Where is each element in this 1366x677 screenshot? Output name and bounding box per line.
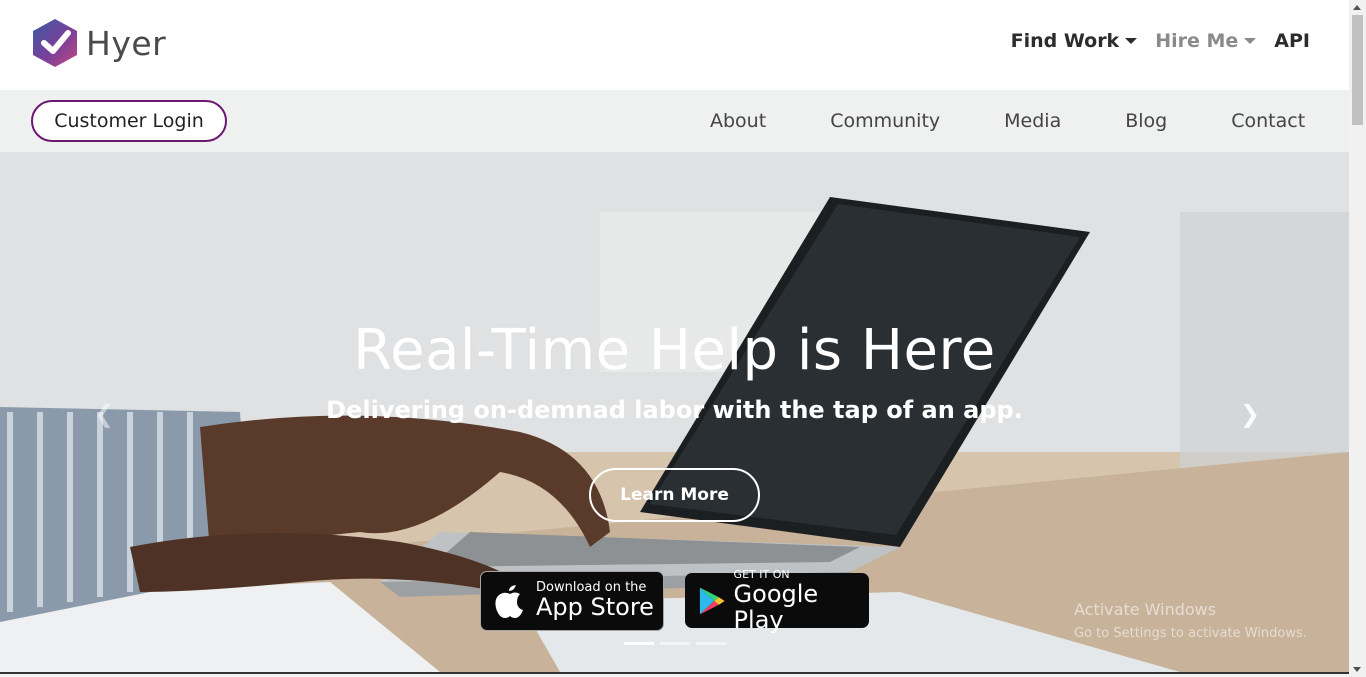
apple-icon (495, 585, 523, 618)
nav-blog[interactable]: Blog (1125, 110, 1167, 132)
google-play-icon (699, 587, 725, 614)
scroll-up-arrow-icon[interactable] (1353, 5, 1361, 10)
learn-more-button[interactable]: Learn More (589, 468, 760, 522)
carousel-indicators (624, 642, 726, 645)
nav-contact[interactable]: Contact (1231, 110, 1305, 132)
brand-name: Hyer (86, 23, 167, 63)
hire-me-dropdown[interactable]: Hire Me (1155, 30, 1257, 52)
watermark-line-1: Activate Windows (1074, 600, 1217, 619)
api-link[interactable]: API (1274, 30, 1310, 52)
find-work-label: Find Work (1010, 30, 1120, 52)
page: Hyer Find Work Hire Me API Customer Logi… (0, 0, 1366, 677)
google-play-big-text: Google Play (733, 579, 819, 634)
google-play-badge[interactable]: GET IT ON Google Play (685, 568, 869, 633)
secondary-nav: About Community Media Blog Contact (710, 110, 1305, 132)
watermark-line-2: Go to Settings to activate Windows. (1074, 626, 1307, 641)
find-work-dropdown[interactable]: Find Work (1011, 30, 1138, 52)
hero-carousel: ❮ ❯ Real-Time Help is Here Delivering on… (0, 152, 1349, 672)
api-label: API (1274, 30, 1310, 52)
hire-me-label: Hire Me (1155, 30, 1239, 52)
activate-windows-watermark: Activate Windows Go to Settings to activ… (1074, 598, 1307, 646)
page-bottom-edge (0, 672, 1349, 677)
nav-media[interactable]: Media (1004, 110, 1061, 132)
scroll-down-arrow-icon[interactable] (1353, 667, 1361, 672)
vertical-scrollbar[interactable] (1349, 0, 1366, 677)
scrollbar-thumb[interactable] (1352, 15, 1363, 125)
app-store-badge[interactable]: Download on the App Store (480, 571, 664, 631)
top-navbar: Hyer Find Work Hire Me API (0, 0, 1349, 90)
carousel-indicator-2[interactable] (660, 642, 690, 645)
hero-title: Real-Time Help is Here (353, 318, 996, 383)
secondary-navbar: Customer Login About Community Media Blo… (0, 90, 1349, 152)
hyer-logo-icon (33, 19, 77, 67)
nav-community[interactable]: Community (830, 110, 940, 132)
nav-about[interactable]: About (710, 110, 766, 132)
customer-login-button[interactable]: Customer Login (31, 100, 227, 142)
google-play-small-text: GET IT ON (733, 567, 790, 581)
caret-down-icon (1244, 38, 1257, 44)
caret-down-icon (1125, 38, 1138, 44)
app-store-big-text: App Store (536, 593, 654, 621)
carousel-indicator-3[interactable] (696, 642, 726, 645)
carousel-indicator-1[interactable] (624, 642, 654, 645)
brand-logo[interactable]: Hyer (32, 18, 166, 68)
top-nav: Find Work Hire Me API (1011, 30, 1310, 52)
hero-subtitle: Delivering on-demnad labor with the tap … (326, 396, 1023, 424)
